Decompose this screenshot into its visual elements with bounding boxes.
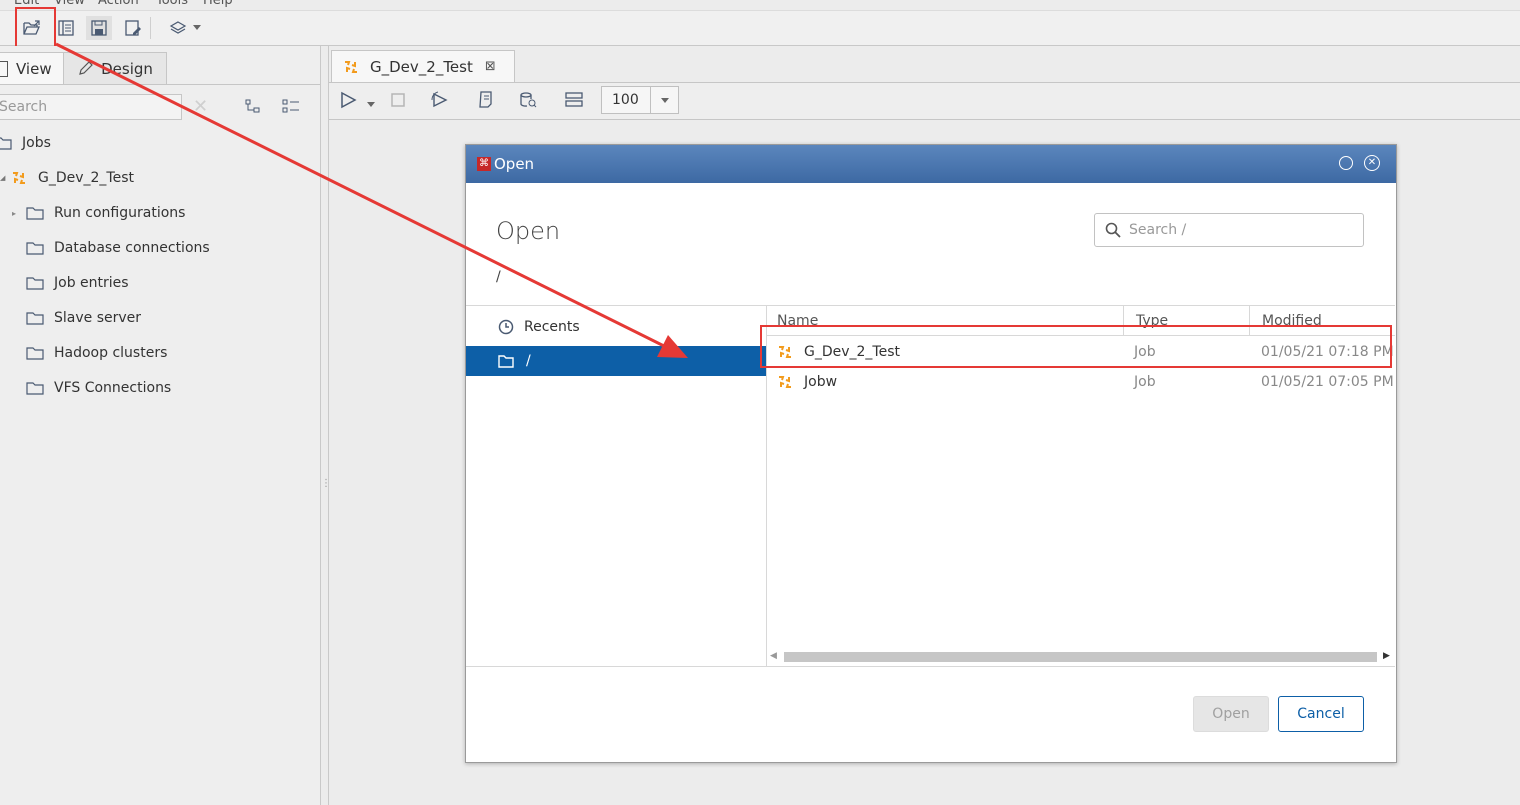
annotation-arrow [55,42,688,358]
